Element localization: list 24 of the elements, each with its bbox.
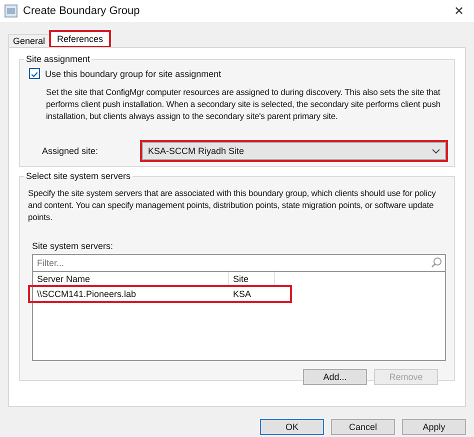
filter-field[interactable]: Filter... (32, 254, 446, 272)
group-title: Site assignment (25, 54, 92, 64)
description-text: Set the site that ConfigMgr computer resources are assigned to during discovery. This also sets the site that performs client push installation. When a secondary site is selected, the secondary site performs client push installation, but clients always assign to the secondary site's parent primary site. (46, 86, 442, 122)
list-label: Site system servers: (31, 241, 114, 251)
checkbox[interactable] (29, 68, 40, 79)
tab[interactable]: References (50, 31, 110, 47)
dialog-button[interactable]: OK (260, 419, 324, 435)
chevron-down-icon (432, 148, 440, 154)
group-title: Select site system servers (25, 171, 132, 181)
column-header[interactable]: Server Name (33, 272, 229, 286)
search-icon (431, 257, 442, 268)
list-button[interactable]: Add... (303, 369, 367, 385)
site-dropdown[interactable]: KSA-SCCM Riyadh Site (142, 142, 446, 160)
tab[interactable]: General (8, 34, 50, 47)
close-button[interactable]: ✕ (450, 4, 468, 18)
dialog-button[interactable]: Cancel (331, 419, 395, 435)
checkbox-label: Use this boundary group for site assignment (45, 68, 222, 78)
list-row[interactable]: \\SCCM141.Pioneers.lab KSA (29, 286, 291, 302)
field-label: Assigned site: (41, 146, 100, 156)
description-text: Specify the site system servers that are associated with this boundary group, which clients should use for policy and content. You can specify management points, distribution points, state migration points, or software update points. (28, 187, 437, 223)
window-title: Create Boundary Group (23, 5, 141, 17)
column-header[interactable]: Site (229, 272, 275, 286)
dialog-button[interactable]: Apply (402, 419, 466, 435)
app-icon (4, 4, 18, 18)
